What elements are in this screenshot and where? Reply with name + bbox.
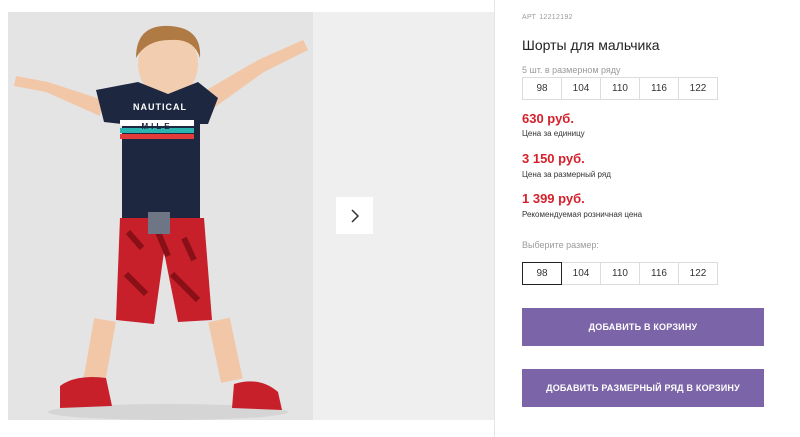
grid-price-label: Цена за размерный ряд	[522, 170, 611, 179]
article-label: АРТ	[522, 14, 537, 21]
gallery-next-button[interactable]	[336, 197, 373, 234]
size-selector: 98 104 110 116 122	[522, 262, 718, 285]
shirt-print-top: NAUTICAL	[133, 102, 187, 112]
size-option-110[interactable]: 110	[600, 262, 640, 285]
size-grid-cell: 104	[561, 77, 601, 100]
size-grid-cell: 122	[678, 77, 718, 100]
product-gallery: NAUTICAL MILE	[8, 12, 494, 420]
size-grid-cell: 98	[522, 77, 562, 100]
article-number: АРТ 12212192	[522, 14, 576, 21]
retail-price: 1 399 руб.	[522, 191, 585, 206]
grid-price: 3 150 руб.	[522, 151, 585, 166]
add-to-cart-button[interactable]: ДОБАВИТЬ В КОРЗИНУ	[522, 308, 764, 346]
product-title: Шорты для мальчика	[522, 37, 660, 53]
unit-price: 630 руб.	[522, 111, 574, 126]
size-option-98[interactable]: 98	[522, 262, 562, 285]
unit-price-label: Цена за единицу	[522, 129, 585, 138]
size-grid-label: 5 шт. в размерном ряду	[522, 65, 621, 75]
product-photo[interactable]: NAUTICAL MILE	[8, 12, 313, 420]
size-grid-cell: 116	[639, 77, 679, 100]
chevron-right-icon	[350, 208, 359, 223]
boy-in-shorts-illustration	[8, 12, 313, 420]
size-grid-list: 98 104 110 116 122	[522, 77, 718, 100]
size-option-116[interactable]: 116	[639, 262, 679, 285]
size-grid-cell: 110	[600, 77, 640, 100]
column-divider	[494, 0, 495, 437]
article-value: 12212192	[539, 14, 573, 21]
size-option-122[interactable]: 122	[678, 262, 718, 285]
add-size-grid-to-cart-button[interactable]: ДОБАВИТЬ РАЗМЕРНЫЙ РЯД В КОРЗИНУ	[522, 369, 764, 407]
retail-price-label: Рекомендуемая розничная цена	[522, 210, 643, 219]
choose-size-label: Выберите размер:	[522, 240, 599, 250]
size-option-104[interactable]: 104	[561, 262, 601, 285]
shirt-print-bottom: MILE	[141, 122, 173, 131]
